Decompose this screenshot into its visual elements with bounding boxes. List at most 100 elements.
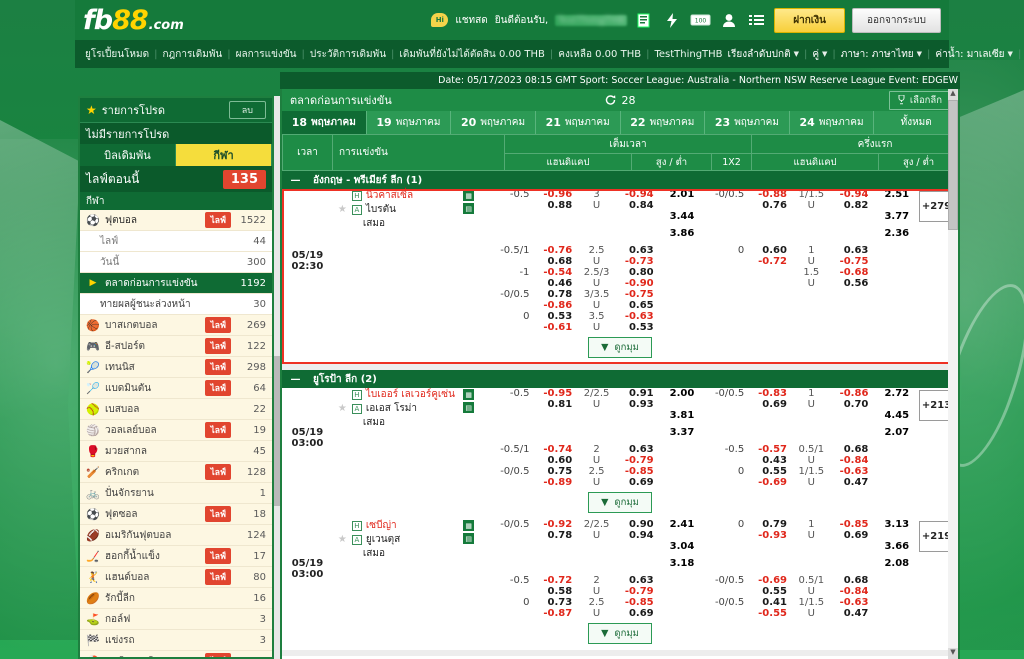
date-tab-24[interactable]: 24 พฤษภาคม (789, 111, 875, 134)
ft-handicap-line[interactable] (486, 427, 534, 444)
ft-overunder-line[interactable] (578, 410, 615, 427)
live-chat-icon[interactable]: Hi (431, 13, 449, 27)
hh-handicap-odds[interactable] (748, 410, 793, 427)
ft-overunder-line[interactable]: 2.5 U (578, 245, 615, 267)
hh-overunder-line[interactable]: 1.5 U (793, 267, 830, 289)
hh-overunder-line[interactable] (793, 289, 830, 311)
live-stream-icon[interactable]: ▤ (463, 402, 475, 413)
hh-handicap-odds[interactable]: -0.57 0.43 (748, 444, 793, 466)
stats-icon[interactable]: ▦ (463, 520, 475, 531)
ft-overunder-odds[interactable]: 0.63 -0.79 (615, 575, 660, 597)
hh-handicap-line[interactable]: 0 (700, 245, 748, 267)
hh-overunder-line[interactable]: 1U (793, 245, 830, 267)
sidebar-item-football-live[interactable]: ไลฟ์ 44 (80, 231, 272, 252)
hh-handicap-line[interactable]: -0/0.5 (700, 189, 748, 211)
nav-item-balance[interactable]: คงเหลือ 0.00 THB (558, 47, 641, 62)
ft-1x2-odds[interactable]: 2.00 (660, 388, 701, 410)
ft-overunder-line[interactable]: 2/2.5 U (578, 388, 615, 410)
ft-1x2-odds[interactable]: 2.01 (660, 189, 701, 211)
ft-overunder-line[interactable]: 3U (578, 189, 615, 211)
sidebar-item-futsal[interactable]: ⚽ ฟุตซอล ไลฟ์ 18 (80, 504, 272, 525)
favorite-star-icon[interactable]: ★ (337, 402, 348, 416)
match-media-icons[interactable]: ▦ ▤ (463, 388, 485, 488)
away-team-name[interactable]: เอเอส โรม่า (366, 402, 417, 416)
sidebar-item-tennis[interactable]: 🎾 เทนนิส ไลฟ์ 298 (80, 357, 272, 378)
away-team-name[interactable]: ยูเวนตุส (366, 533, 400, 547)
sidebar-item-outright[interactable]: ทายผลผู้ชนะล่วงหน้า 30 (80, 294, 272, 315)
hh-1x2-odds[interactable]: 2.72 (874, 388, 915, 410)
ft-handicap-odds[interactable] (533, 228, 578, 245)
nav-dropdown-language[interactable]: ภาษา: ภาษาไทย ▼ (841, 47, 922, 62)
ft-handicap-odds[interactable]: -0.76 0.68 (533, 245, 578, 267)
hh-handicap-odds[interactable] (748, 541, 793, 558)
ft-handicap-odds[interactable] (533, 427, 578, 444)
sidebar-item-cricket[interactable]: 🏏 คริกเกต ไลฟ์ 128 (80, 462, 272, 483)
hh-overunder-odds[interactable]: -0.85 0.69 (830, 519, 875, 541)
hh-1x2-odds[interactable]: 2.08 (874, 558, 915, 575)
ft-overunder-line[interactable]: 3.5 U (578, 311, 615, 333)
ft-overunder-line[interactable] (578, 427, 615, 444)
ft-handicap-odds[interactable] (533, 558, 578, 575)
hh-handicap-line[interactable]: -0/0.5 (700, 575, 748, 597)
ft-overunder-odds[interactable] (615, 228, 660, 245)
hh-overunder-line[interactable] (793, 410, 830, 427)
hh-overunder-odds[interactable]: 0.68 -0.84 (830, 444, 875, 466)
hh-handicap-line[interactable]: -0/0.5 (700, 388, 748, 410)
hh-overunder-odds[interactable]: -0.86 0.70 (830, 388, 875, 410)
hh-handicap-line[interactable]: 0 (700, 466, 748, 488)
hh-handicap-odds[interactable]: -0.88 0.76 (748, 189, 793, 211)
match-teams[interactable]: ★Hนิวคาสเซิ่ล★Aไบรตันเสมอ (333, 189, 463, 333)
nav-dropdown-odds-pair[interactable]: คู่ ▼ (812, 47, 827, 62)
ft-handicap-odds[interactable]: -0.72 0.58 (533, 575, 578, 597)
ft-overunder-odds[interactable]: -0.94 0.84 (615, 189, 660, 211)
ft-1x2-odds[interactable] (660, 267, 701, 289)
ft-handicap-line[interactable]: 0 (486, 311, 534, 333)
hh-handicap-odds[interactable]: 0.60 -0.72 (748, 245, 793, 267)
hh-1x2-odds[interactable]: 2.36 (874, 228, 915, 245)
date-tab-ทั้งหมด[interactable]: ทั้งหมด (874, 111, 958, 134)
stats-icon[interactable]: ▦ (463, 389, 475, 400)
ft-overunder-line[interactable]: 3/3.5 U (578, 289, 615, 311)
hh-overunder-line[interactable]: 1U (793, 519, 830, 541)
hh-handicap-odds[interactable] (748, 289, 793, 311)
main-scrollbar-thumb[interactable] (948, 100, 958, 230)
date-tab-21[interactable]: 21 พฤษภาคม (535, 111, 621, 134)
hh-handicap-line[interactable] (700, 311, 748, 333)
hh-handicap-line[interactable] (700, 410, 748, 427)
ft-1x2-odds[interactable]: 3.37 (660, 427, 701, 444)
hh-overunder-odds[interactable]: -0.94 0.82 (830, 189, 875, 211)
hh-handicap-odds[interactable]: -0.69 0.55 (748, 575, 793, 597)
hh-handicap-odds[interactable] (748, 267, 793, 289)
home-team-name[interactable]: นิวคาสเซิ่ล (366, 189, 413, 203)
ft-handicap-odds[interactable]: 0.78 -0.86 (533, 289, 578, 311)
menu-list-icon[interactable] (746, 11, 767, 30)
ft-handicap-odds[interactable]: 0.75 -0.89 (533, 466, 578, 488)
ft-1x2-odds[interactable]: 3.86 (660, 228, 701, 245)
hh-overunder-odds[interactable] (830, 427, 875, 444)
hh-handicap-odds[interactable]: 0.79 -0.93 (748, 519, 793, 541)
hh-handicap-odds[interactable]: -0.83 0.69 (748, 388, 793, 410)
site-logo[interactable]: fb 88 .com (83, 5, 184, 36)
hh-overunder-odds[interactable] (830, 410, 875, 427)
ft-handicap-odds[interactable] (533, 541, 578, 558)
ft-1x2-odds[interactable]: 3.04 (660, 541, 701, 558)
date-tab-22[interactable]: 22 พฤษภาคม (620, 111, 706, 134)
ft-overunder-line[interactable]: 2U (578, 575, 615, 597)
scroll-up-arrow[interactable]: ▲ (948, 89, 958, 100)
hh-1x2-odds[interactable] (874, 311, 915, 333)
statement-icon[interactable] (634, 11, 655, 30)
tab-sports[interactable]: กีฬา (176, 144, 272, 166)
ft-1x2-odds[interactable]: 3.44 (660, 211, 701, 228)
sidebar-item-boxing[interactable]: 🥊 มวยสากล 45 (80, 441, 272, 462)
view-corners-button[interactable]: ▼ ดูกมุม (588, 492, 652, 513)
away-team-name[interactable]: ไบรตัน (366, 203, 396, 217)
nav-dropdown-odds-type[interactable]: ค่าน้ำ: มาเลเซีย ▼ (935, 47, 1013, 62)
sidebar-item-basketball[interactable]: 🏀 บาสเกตบอล ไลฟ์ 269 (80, 315, 272, 336)
hh-overunder-line[interactable]: 0.5/1 U (793, 575, 830, 597)
nav-item-results[interactable]: ผลการแข่งขัน (236, 47, 297, 62)
hh-overunder-line[interactable]: 1U (793, 388, 830, 410)
hh-handicap-odds[interactable]: 0.55 -0.69 (748, 466, 793, 488)
ft-handicap-line[interactable] (486, 558, 534, 575)
hh-overunder-line[interactable] (793, 541, 830, 558)
ft-handicap-odds[interactable]: -0.92 0.78 (533, 519, 578, 541)
